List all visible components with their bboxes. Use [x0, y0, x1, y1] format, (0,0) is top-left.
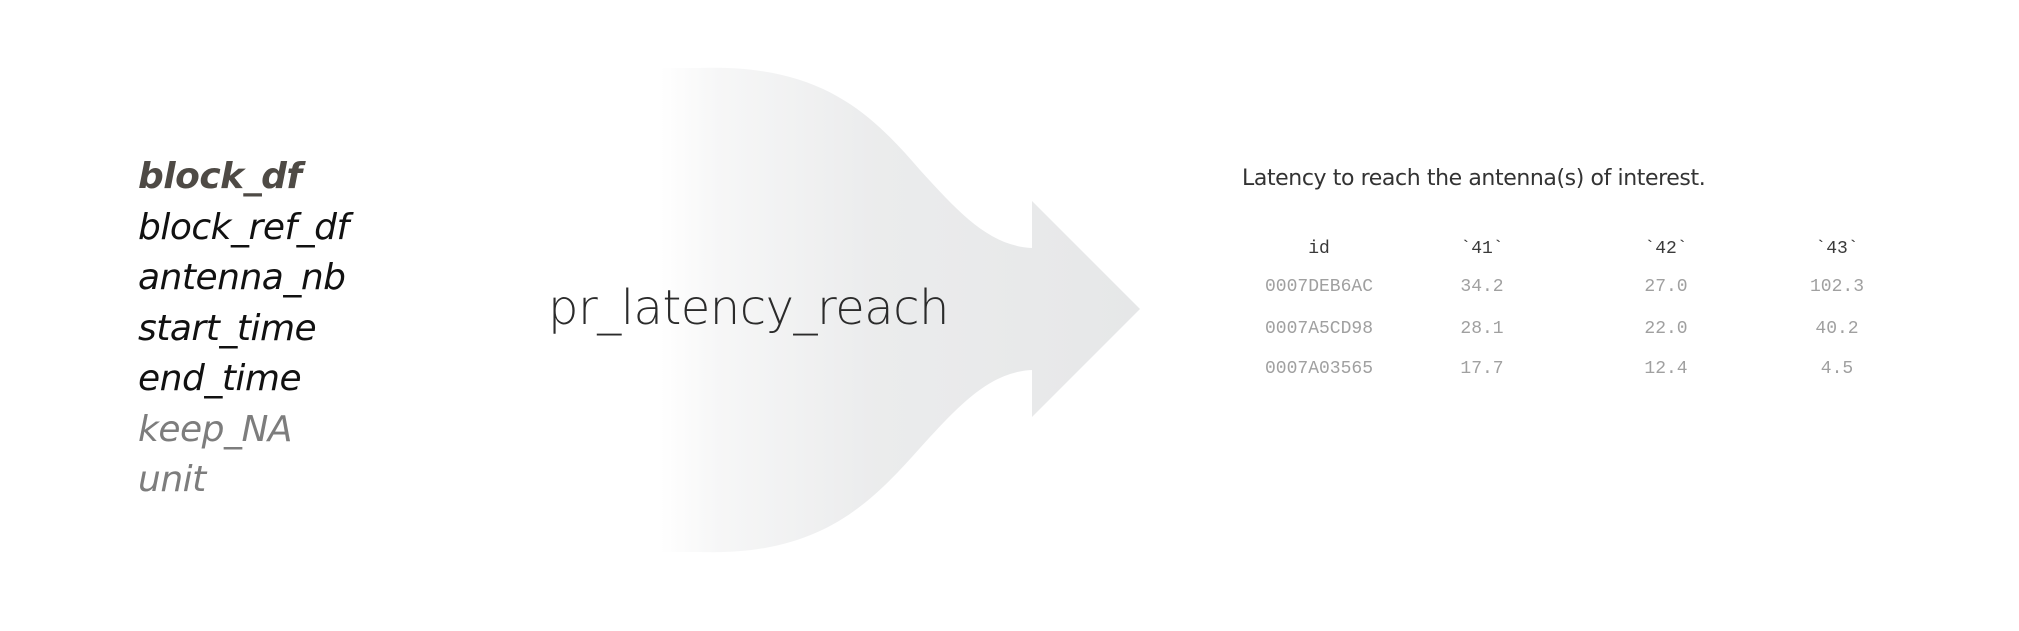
table-cell-id: 0007DEB6AC — [1264, 277, 1374, 297]
output-table-body: 0007DEB6AC 34.2 27.0 102.3 0007A5CD98 28… — [1242, 266, 1910, 388]
table-cell-value: 17.7 — [1460, 359, 1504, 379]
table-row: 0007A03565 17.7 12.4 4.5 — [1242, 350, 1910, 388]
output-table: id `41` `42` `43` 0007DEB6AC 34.2 27.0 1… — [1242, 232, 1910, 388]
table-header-row: id `41` `42` `43` — [1242, 232, 1910, 266]
table-cell-value: 12.4 — [1644, 359, 1688, 379]
function-name: pr_latency_reach — [548, 280, 949, 336]
table-cell-value: 40.2 — [1815, 319, 1859, 339]
table-row: 0007DEB6AC 34.2 27.0 102.3 — [1242, 266, 1910, 308]
table-cell-value: 28.1 — [1460, 319, 1504, 339]
table-cell-id: 0007A03565 — [1264, 359, 1374, 379]
column-header-43: `43` — [1815, 239, 1859, 259]
column-header-42: `42` — [1644, 239, 1688, 259]
column-header-41: `41` — [1460, 239, 1504, 259]
output-table-header: id `41` `42` `43` — [1242, 232, 1910, 266]
table-cell-id: 0007A5CD98 — [1264, 319, 1374, 339]
table-row: 0007A5CD98 28.1 22.0 40.2 — [1242, 308, 1910, 350]
table-cell-value: 34.2 — [1460, 277, 1504, 297]
column-header-id: id — [1308, 239, 1330, 259]
table-cell-value: 4.5 — [1820, 359, 1854, 379]
table-cell-value: 102.3 — [1809, 277, 1864, 297]
table-cell-value: 22.0 — [1644, 319, 1688, 339]
table-cell-value: 27.0 — [1644, 277, 1688, 297]
output-description: Latency to reach the antenna(s) of inter… — [1242, 166, 1706, 191]
